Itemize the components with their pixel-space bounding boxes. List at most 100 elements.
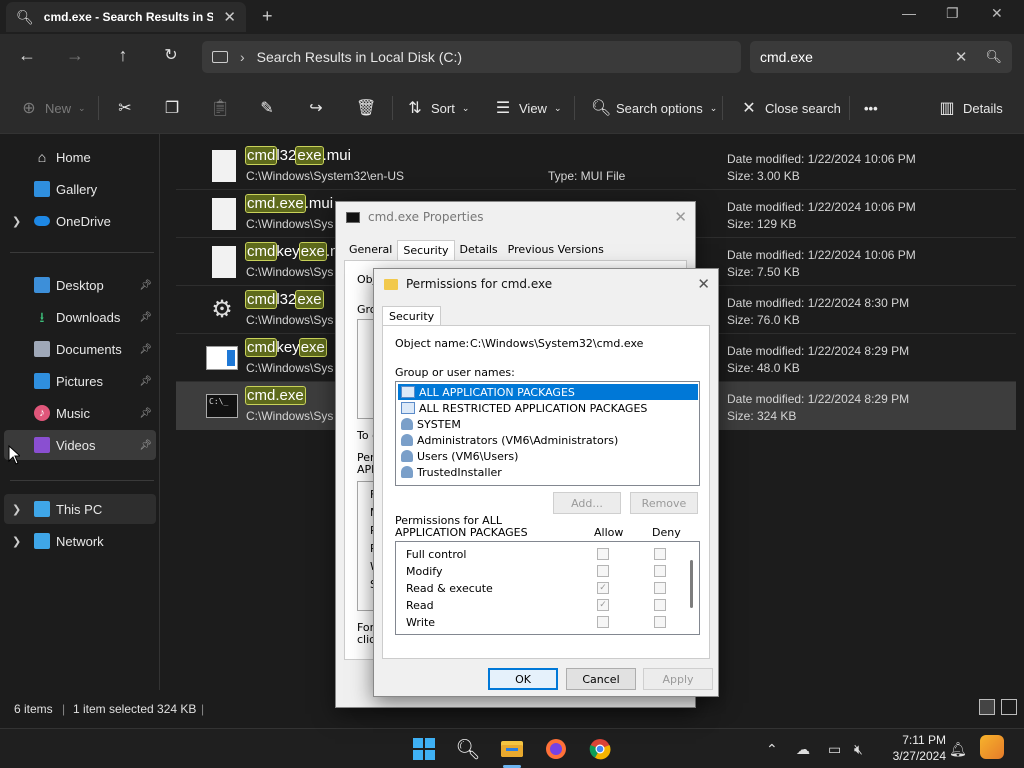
tiles-view-icon[interactable] bbox=[1001, 699, 1017, 715]
up-arrow-icon[interactable]: ↑ bbox=[111, 45, 135, 66]
tab-security[interactable]: Security bbox=[382, 306, 442, 326]
group-names-list[interactable]: ALL APPLICATION PACKAGES ALL RESTRICTED … bbox=[395, 381, 700, 486]
pin-icon[interactable]: 📌︎ bbox=[139, 280, 152, 291]
taskbar: 🔍︎ ⌃ ☁ ▭ 🔇︎ 7:11 PM 3/27/2024 🔔︎ bbox=[0, 728, 1024, 768]
sidebar-item-music[interactable]: ♪ Music 📌︎ bbox=[4, 398, 156, 428]
close-icon[interactable]: ✕ bbox=[697, 275, 710, 293]
close-icon[interactable]: ✕ bbox=[674, 208, 687, 226]
list-item[interactable]: cmdl32exe.mui C:\Windows\System32\en-US … bbox=[176, 142, 1016, 190]
pin-icon[interactable]: 📌︎ bbox=[139, 408, 152, 419]
deny-checkbox[interactable] bbox=[654, 599, 666, 611]
copy-icon[interactable]: ❐ bbox=[163, 97, 181, 119]
list-item-group[interactable]: TrustedInstaller bbox=[398, 464, 502, 480]
allow-checkbox[interactable]: ✓ bbox=[597, 599, 609, 611]
sort-button[interactable]: ⇅ Sort ⌄ bbox=[406, 97, 469, 119]
remove-button[interactable]: Remove bbox=[630, 492, 698, 514]
more-options-icon[interactable]: ••• bbox=[864, 97, 878, 119]
forward-arrow-icon[interactable]: → bbox=[63, 45, 87, 66]
chrome-icon[interactable] bbox=[584, 733, 616, 765]
close-search-button[interactable]: ✕ Close search bbox=[740, 97, 841, 119]
address-field[interactable]: › Search Results in Local Disk (C:) bbox=[202, 41, 741, 73]
notification-bell-icon[interactable]: 🔔︎ bbox=[949, 741, 967, 758]
maximize-icon[interactable]: ❐ bbox=[946, 5, 959, 22]
refresh-icon[interactable]: ↻ bbox=[159, 45, 183, 65]
clock[interactable]: 7:11 PM 3/27/2024 bbox=[880, 732, 946, 764]
pin-icon[interactable]: 📌︎ bbox=[139, 440, 152, 451]
pin-icon[interactable]: 📌︎ bbox=[139, 344, 152, 355]
network-status-icon[interactable]: ▭ bbox=[828, 741, 841, 758]
chevron-right-icon[interactable]: ❯ bbox=[12, 535, 21, 548]
start-icon[interactable] bbox=[408, 733, 440, 765]
paste-icon[interactable]: 📋︎ bbox=[210, 97, 230, 119]
apply-button[interactable]: Apply bbox=[643, 668, 713, 690]
pin-icon[interactable]: 📌︎ bbox=[139, 376, 152, 387]
allow-checkbox[interactable] bbox=[597, 548, 609, 560]
search-icon[interactable]: 🔍︎ bbox=[985, 49, 1002, 65]
close-window-icon[interactable]: ✕ bbox=[991, 5, 1003, 22]
delete-icon[interactable]: 🗑︎ bbox=[356, 97, 376, 119]
clear-search-icon[interactable]: ✕ bbox=[955, 48, 968, 66]
users-icon bbox=[401, 450, 413, 462]
view-button[interactable]: ☰ View ⌄ bbox=[494, 97, 562, 119]
close-icon[interactable]: ✕ bbox=[223, 8, 236, 26]
details-view-icon[interactable] bbox=[979, 699, 995, 715]
cancel-button[interactable]: Cancel bbox=[566, 668, 636, 690]
sidebar-item-pictures[interactable]: Pictures 📌︎ bbox=[4, 366, 156, 396]
chevron-right-icon[interactable]: › bbox=[240, 49, 245, 65]
tab-general[interactable]: General bbox=[344, 240, 397, 260]
details-button[interactable]: ▥ Details bbox=[938, 97, 1002, 119]
minimize-icon[interactable]: — bbox=[902, 5, 916, 21]
new-label: New bbox=[45, 100, 72, 116]
new-button[interactable]: ⊕ New ⌄ bbox=[20, 97, 85, 119]
search-options-button[interactable]: 🔍︎ Search options ⌄ bbox=[591, 97, 717, 119]
allow-checkbox[interactable] bbox=[597, 616, 609, 628]
sidebar-item-documents[interactable]: Documents 📌︎ bbox=[4, 334, 156, 364]
rename-icon[interactable]: ✎ bbox=[258, 97, 276, 119]
list-item-group[interactable]: ALL APPLICATION PACKAGES bbox=[398, 384, 698, 400]
allow-checkbox[interactable]: ✓ bbox=[597, 582, 609, 594]
deny-checkbox[interactable] bbox=[654, 548, 666, 560]
chevron-up-icon[interactable]: ⌃ bbox=[766, 741, 778, 758]
tab-search-results[interactable]: 🔍︎ cmd.exe - Search Results in Sy ✕ bbox=[6, 2, 246, 32]
tab-previous-versions[interactable]: Previous Versions bbox=[503, 240, 609, 260]
sidebar-item-home[interactable]: ⌂ Home bbox=[4, 142, 156, 172]
firefox-icon[interactable] bbox=[540, 733, 572, 765]
chevron-right-icon[interactable]: ❯ bbox=[12, 503, 21, 516]
tab-security[interactable]: Security bbox=[397, 240, 455, 260]
sidebar-item-desktop[interactable]: Desktop 📌︎ bbox=[4, 270, 156, 300]
list-item-group[interactable]: Users (VM6\Users) bbox=[398, 448, 518, 464]
copilot-icon[interactable] bbox=[980, 735, 1004, 759]
scrollbar-thumb[interactable] bbox=[690, 560, 693, 608]
share-icon[interactable]: ↪ bbox=[307, 97, 325, 119]
ok-button[interactable]: OK bbox=[488, 668, 558, 690]
deny-checkbox[interactable] bbox=[654, 565, 666, 577]
sidebar-item-this-pc[interactable]: ❯ This PC bbox=[4, 494, 156, 524]
cut-icon[interactable]: ✂ bbox=[116, 97, 134, 119]
onedrive-offline-icon[interactable]: ☁ bbox=[796, 741, 810, 758]
list-item-group[interactable]: SYSTEM bbox=[398, 416, 461, 432]
list-item-group[interactable]: Administrators (VM6\Administrators) bbox=[398, 432, 618, 448]
allow-checkbox[interactable] bbox=[597, 565, 609, 577]
sidebar-item-label: Documents bbox=[56, 341, 122, 357]
file-size: Size: 3.00 KB bbox=[727, 169, 800, 183]
file-explorer-icon[interactable] bbox=[496, 733, 528, 765]
chevron-right-icon[interactable]: ❯ bbox=[12, 215, 21, 228]
volume-muted-icon[interactable]: 🔇︎ bbox=[854, 741, 863, 758]
sidebar-item-videos[interactable]: Videos 📌︎ bbox=[4, 430, 156, 460]
sidebar-item-downloads[interactable]: ⭳ Downloads 📌︎ bbox=[4, 302, 156, 332]
back-arrow-icon[interactable]: ← bbox=[15, 45, 39, 66]
list-item-group[interactable]: ALL RESTRICTED APPLICATION PACKAGES bbox=[398, 400, 647, 416]
pin-icon[interactable]: 📌︎ bbox=[139, 312, 152, 323]
search-input[interactable]: cmd.exe ✕ 🔍︎ bbox=[750, 41, 1012, 73]
search-icon[interactable]: 🔍︎ bbox=[452, 733, 484, 765]
deny-checkbox[interactable] bbox=[654, 616, 666, 628]
sidebar-item-gallery[interactable]: Gallery bbox=[4, 174, 156, 204]
new-tab-plus-icon[interactable]: + bbox=[262, 6, 273, 27]
clock-time: 7:11 PM bbox=[902, 733, 946, 747]
sidebar-item-network[interactable]: ❯ Network bbox=[4, 526, 156, 556]
add-button[interactable]: Add... bbox=[553, 492, 621, 514]
permissions-title-bar: Permissions for cmd.exe bbox=[374, 269, 718, 299]
sidebar-item-onedrive[interactable]: ❯ OneDrive bbox=[4, 206, 156, 236]
deny-checkbox[interactable] bbox=[654, 582, 666, 594]
tab-details[interactable]: Details bbox=[455, 240, 503, 260]
